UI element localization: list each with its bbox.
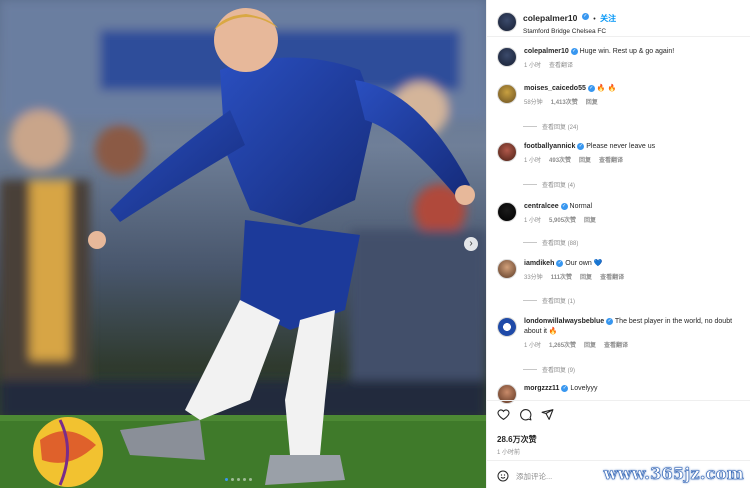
caption-text: Huge win. Rest up & go again! bbox=[579, 48, 675, 55]
reply-button[interactable]: 回复 bbox=[584, 216, 596, 226]
comment-time: 1 小时 bbox=[524, 158, 542, 164]
verified-icon: ✓ bbox=[560, 202, 568, 210]
comment-icon[interactable] bbox=[519, 408, 532, 421]
like-count[interactable]: 28.6万次赞 bbox=[497, 434, 537, 445]
comment-text: 🔥 🔥 bbox=[596, 85, 617, 92]
post-header: colepalmer10 ✓ • 关注 Stamford Bridge Chel… bbox=[497, 8, 616, 35]
carousel-dot bbox=[231, 478, 234, 481]
comment-time: 1 小时 bbox=[524, 343, 542, 349]
verified-icon: ✓ bbox=[587, 84, 595, 92]
comment-time: 33分钟 bbox=[524, 275, 543, 281]
view-replies-label[interactable]: 查看回复 (1) bbox=[542, 296, 575, 305]
send-icon[interactable] bbox=[541, 408, 554, 421]
watermark: www.365jz.com bbox=[603, 464, 744, 484]
comment-username[interactable]: footballyannick bbox=[524, 143, 575, 150]
comment-username[interactable]: morgzzz11 bbox=[524, 385, 559, 392]
comment-text: Lovelyyy bbox=[570, 385, 598, 392]
carousel-dot bbox=[237, 478, 240, 481]
view-replies-link[interactable]: 查看回复 (9) bbox=[523, 365, 575, 374]
comment-username[interactable]: londonwillalwaysbeblue bbox=[524, 318, 604, 325]
comment-username[interactable]: moises_caicedo55 bbox=[524, 85, 586, 92]
translate-link[interactable]: 查看翻译 bbox=[604, 341, 628, 351]
carousel-dot bbox=[243, 478, 246, 481]
list-item: moises_caicedo55 ✓ 🔥 🔥 58分钟 1,413次赞 回复 bbox=[497, 84, 745, 108]
reply-button[interactable]: 回复 bbox=[584, 341, 596, 351]
verified-icon: ✓ bbox=[581, 13, 589, 21]
avatar[interactable] bbox=[497, 317, 517, 337]
caption-time: 1 小时 bbox=[524, 63, 542, 69]
comment-likes[interactable]: 1,265次赞 bbox=[549, 341, 576, 351]
caption-translate-link[interactable]: 查看翻译 bbox=[549, 61, 573, 71]
emoji-icon[interactable] bbox=[497, 470, 509, 482]
comment-username[interactable]: centralcee bbox=[524, 203, 559, 210]
carousel-dots bbox=[225, 478, 252, 481]
comment-time: 1 小时 bbox=[524, 218, 542, 224]
divider bbox=[487, 460, 750, 461]
view-replies-link[interactable]: 查看回复 (88) bbox=[523, 238, 578, 247]
avatar[interactable] bbox=[497, 259, 517, 279]
reply-button[interactable]: 回复 bbox=[586, 98, 598, 108]
follow-button[interactable]: 关注 bbox=[600, 14, 616, 23]
list-item: iamdikeh ✓ Our own 💙 33分钟 111次赞 回复 查看翻译 bbox=[497, 259, 745, 283]
view-replies-link[interactable]: 查看回复 (24) bbox=[523, 122, 578, 131]
post-side-panel: colepalmer10 ✓ • 关注 Stamford Bridge Chel… bbox=[486, 0, 750, 488]
author-username[interactable]: colepalmer10 bbox=[523, 13, 577, 23]
avatar[interactable] bbox=[497, 84, 517, 104]
comment-likes[interactable]: 111次赞 bbox=[551, 273, 572, 283]
view-replies-label[interactable]: 查看回复 (88) bbox=[542, 238, 578, 247]
comment-text: Our own 💙 bbox=[565, 260, 603, 267]
avatar[interactable] bbox=[497, 11, 517, 32]
list-item: footballyannick ✓ Please never leave us … bbox=[497, 142, 745, 166]
post-photo[interactable]: › bbox=[0, 0, 486, 488]
comment-likes[interactable]: 1,413次赞 bbox=[551, 98, 578, 108]
list-item: morgzzz11 ✓ Lovelyyy bbox=[497, 384, 745, 404]
comment-username[interactable]: iamdikeh bbox=[524, 260, 554, 267]
post-location[interactable]: Stamford Bridge Chelsea FC bbox=[523, 28, 616, 35]
reply-button[interactable]: 回复 bbox=[580, 273, 592, 283]
caption-username[interactable]: colepalmer10 bbox=[524, 48, 569, 55]
carousel-dot bbox=[225, 478, 228, 481]
comment-time: 58分钟 bbox=[524, 100, 543, 106]
separator-dot: • bbox=[593, 16, 596, 23]
add-comment-row: 添加评论... bbox=[497, 470, 552, 482]
divider bbox=[487, 36, 750, 37]
avatar[interactable] bbox=[497, 384, 517, 404]
avatar[interactable] bbox=[497, 47, 517, 67]
verified-icon: ✓ bbox=[556, 259, 564, 267]
list-item: centralcee ✓ Normal 1 小时 5,905次赞 回复 bbox=[497, 202, 745, 226]
verified-icon: ✓ bbox=[561, 384, 569, 392]
player-photo-illustration bbox=[0, 0, 486, 488]
carousel-dot bbox=[249, 478, 252, 481]
avatar[interactable] bbox=[497, 142, 517, 162]
view-replies-label[interactable]: 查看回复 (24) bbox=[542, 122, 578, 131]
post-actions bbox=[497, 408, 554, 421]
list-item: londonwillalwaysbeblue ✓ The best player… bbox=[497, 317, 745, 351]
view-replies-label[interactable]: 查看回复 (9) bbox=[542, 365, 575, 374]
comment-likes[interactable]: 5,905次赞 bbox=[549, 216, 576, 226]
divider bbox=[487, 400, 750, 401]
heart-icon[interactable] bbox=[497, 408, 510, 421]
comment-text: Please never leave us bbox=[586, 143, 656, 150]
chevron-right-icon[interactable]: › bbox=[464, 237, 478, 251]
view-replies-link[interactable]: 查看回复 (4) bbox=[523, 180, 575, 189]
add-comment-input[interactable]: 添加评论... bbox=[516, 471, 552, 482]
post-time: 1 小时前 bbox=[497, 450, 521, 456]
verified-icon: ✓ bbox=[606, 317, 614, 325]
verified-icon: ✓ bbox=[577, 142, 585, 150]
view-replies-link[interactable]: 查看回复 (1) bbox=[523, 296, 575, 305]
view-replies-label[interactable]: 查看回复 (4) bbox=[542, 180, 575, 189]
avatar[interactable] bbox=[497, 202, 517, 222]
reply-button[interactable]: 回复 bbox=[579, 156, 591, 166]
comment-text: Normal bbox=[569, 203, 593, 210]
translate-link[interactable]: 查看翻译 bbox=[600, 273, 624, 283]
verified-icon: ✓ bbox=[570, 47, 578, 55]
translate-link[interactable]: 查看翻译 bbox=[599, 156, 623, 166]
post-caption: colepalmer10 ✓ Huge win. Rest up & go ag… bbox=[497, 47, 745, 71]
comment-likes[interactable]: 493次赞 bbox=[549, 156, 571, 166]
